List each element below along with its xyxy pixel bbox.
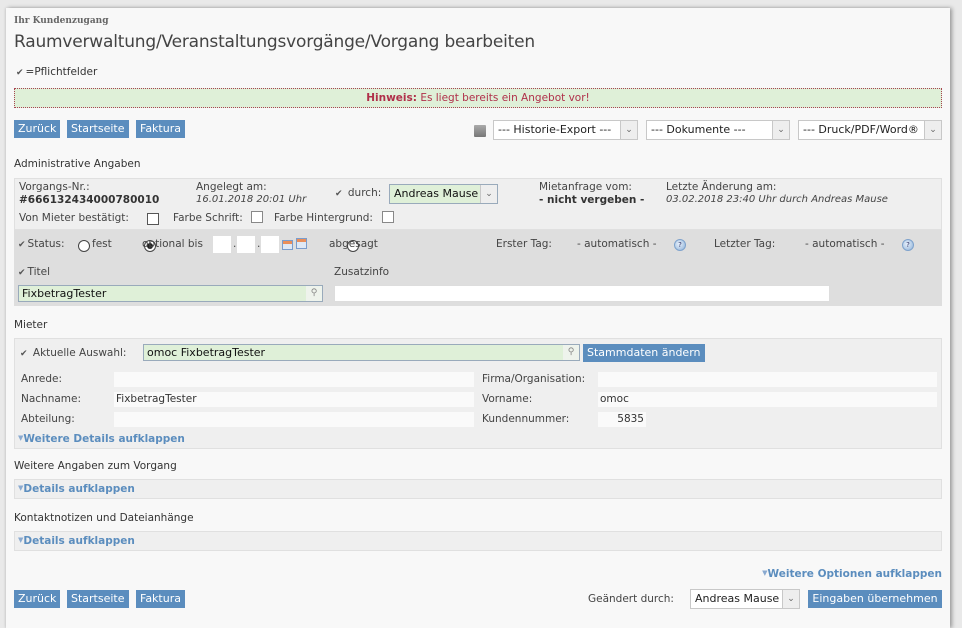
start-page-button[interactable]: Startseite: [67, 120, 129, 138]
help-icon[interactable]: ?: [674, 239, 686, 251]
admin-section-label: Administrative Angaben: [14, 158, 141, 170]
firstname-value: omoc: [598, 392, 937, 407]
print-select[interactable]: --- Druck/PDF/Word® ⌄: [798, 120, 942, 140]
breadcrumb: Ihr Kundenzugang: [14, 16, 109, 26]
tenant-section-label: Mieter: [14, 319, 48, 331]
check-icon: ✔: [16, 68, 24, 78]
company-value: [598, 372, 937, 387]
changed-by-label: Geändert durch:: [588, 593, 674, 605]
chevron-down-icon: ⌄: [772, 121, 789, 139]
notice-label: Hinweis:: [366, 92, 417, 104]
lastname-value: FixbetragTester: [114, 392, 474, 407]
check-icon: ✔: [18, 268, 26, 278]
chevron-down-icon: ⌄: [480, 185, 497, 203]
created-by-select[interactable]: Andreas Mause ⌄: [389, 184, 498, 204]
footer-billing-button[interactable]: Faktura: [136, 590, 185, 608]
more-options-link[interactable]: ▼Weitere Optionen aufklappen: [762, 568, 942, 580]
last-day-value: - automatisch -: [805, 238, 885, 250]
changed-by-select[interactable]: Andreas Mause ⌄: [690, 589, 800, 609]
chevron-down-icon: ⌄: [620, 121, 637, 139]
check-icon: ✔: [18, 240, 26, 250]
notes-box: ▼Details aufklappen: [14, 531, 942, 551]
check-icon: ✔: [335, 189, 343, 199]
page-title: Raumverwaltung/Veranstaltungsvorgänge/Vo…: [14, 32, 535, 52]
more-info-box: ▼Details aufklappen: [14, 479, 942, 499]
department-value: [114, 412, 474, 427]
date-year-input[interactable]: [261, 236, 279, 253]
notes-section-label: Kontaktnotizen und Dateianhänge: [14, 512, 194, 524]
status-box: ✔ Status: fest optional bis . . abgesagt …: [14, 230, 942, 306]
notice-banner: Hinweis: Es liegt bereits ein Angebot vo…: [14, 88, 942, 108]
confirmed-checkbox[interactable]: [147, 213, 159, 225]
more-info-expand-link[interactable]: ▼Details aufklappen: [18, 483, 135, 495]
required-legend: ✔ =Pflichtfelder: [16, 66, 98, 78]
more-info-section-label: Weitere Angaben zum Vorgang: [14, 460, 177, 472]
billing-button[interactable]: Faktura: [136, 120, 185, 138]
created-date: 16.01.2018 20:01 Uhr: [196, 194, 307, 205]
chevron-down-icon: ⌄: [924, 121, 941, 139]
notice-text: Es liegt bereits ein Angebot vor!: [416, 92, 590, 104]
notes-expand-link[interactable]: ▼Details aufklappen: [18, 535, 135, 547]
bg-color-checkbox[interactable]: [382, 211, 394, 223]
font-color-checkbox[interactable]: [251, 211, 263, 223]
vorgang-number: #666132434000780010: [19, 194, 160, 206]
date-day-input[interactable]: [213, 236, 231, 253]
search-icon[interactable]: ⚲: [306, 286, 322, 301]
check-icon: ✔: [20, 349, 28, 359]
history-export-select[interactable]: --- Historie-Export --- ⌄: [493, 120, 638, 140]
edit-master-data-button[interactable]: Stammdaten ändern: [583, 344, 705, 362]
thumbs-up-icon[interactable]: [474, 125, 486, 137]
date-month-input[interactable]: [237, 236, 255, 253]
extra-info-input[interactable]: [334, 285, 830, 302]
calendar-picker-icon[interactable]: [296, 238, 307, 249]
page-panel: Ihr Kundenzugang Raumverwaltung/Veransta…: [6, 8, 950, 628]
admin-box: Vorgangs-Nr.: #666132434000780010 Angele…: [14, 178, 942, 230]
salutation-value: [114, 372, 474, 387]
back-button[interactable]: Zurück: [14, 120, 61, 138]
help-icon[interactable]: ?: [902, 239, 914, 251]
tenant-box: ✔ Aktuelle Auswahl: omoc FixbetragTester…: [14, 338, 942, 449]
title-input[interactable]: FixbetragTester ⚲: [18, 285, 323, 302]
more-details-link[interactable]: ▼Weitere Details aufklappen: [18, 433, 185, 445]
search-icon[interactable]: ⚲: [563, 345, 579, 360]
footer-start-page-button[interactable]: Startseite: [67, 590, 129, 608]
submit-button[interactable]: Eingaben übernehmen: [808, 590, 942, 608]
documents-select[interactable]: --- Dokumente --- ⌄: [646, 120, 790, 140]
customer-number-value: 5835: [598, 412, 646, 427]
request-date: - nicht vergeben -: [539, 194, 645, 206]
calendar-icon[interactable]: [282, 240, 293, 250]
last-change: 03.02.2018 23:40 Uhr durch Andreas Mause: [666, 194, 888, 205]
tenant-search-input[interactable]: omoc FixbetragTester ⚲: [143, 344, 580, 361]
status-radio-fest[interactable]: [78, 240, 90, 252]
footer-back-button[interactable]: Zurück: [14, 590, 61, 608]
first-day-value: - automatisch -: [577, 238, 657, 250]
chevron-down-icon: ⌄: [782, 590, 799, 608]
